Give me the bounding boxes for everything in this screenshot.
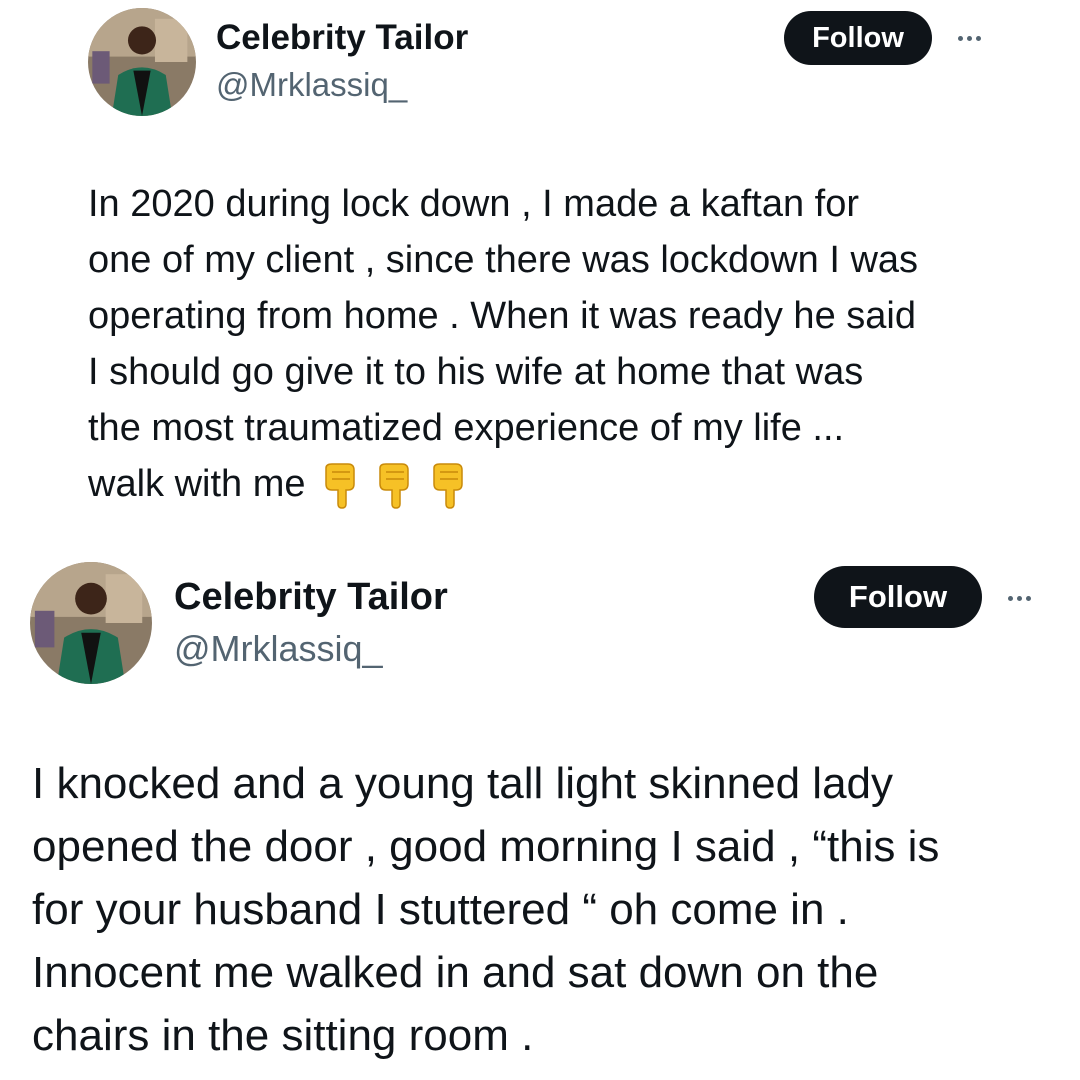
dot xyxy=(976,36,981,41)
more-options-icon[interactable] xyxy=(958,36,981,41)
emoji-row xyxy=(322,462,466,510)
pointing-down-emoji-icon xyxy=(324,463,355,509)
tweet-text: In 2020 during lock down , I made a kaft… xyxy=(88,176,1048,512)
pointing-down-emoji-icon xyxy=(432,463,463,509)
follow-button[interactable]: Follow xyxy=(814,566,982,628)
tweet-text: I knocked and a young tall light skinned… xyxy=(32,759,940,1060)
author-name[interactable]: Celebrity Tailor xyxy=(174,576,448,619)
author-handle[interactable]: @Mrklassiq_ xyxy=(216,66,407,104)
tweet-text-content: In 2020 during lock down , I made a kaft… xyxy=(88,183,919,505)
author-avatar[interactable] xyxy=(30,562,152,684)
dot xyxy=(1017,596,1022,601)
pointing-down-emoji-icon xyxy=(378,463,409,509)
author-name[interactable]: Celebrity Tailor xyxy=(216,18,468,58)
avatar-photo-icon xyxy=(88,8,196,116)
author-handle[interactable]: @Mrklassiq_ xyxy=(174,628,383,670)
more-options-icon[interactable] xyxy=(1008,596,1031,601)
avatar-photo-icon xyxy=(30,562,152,684)
dot xyxy=(958,36,963,41)
dot xyxy=(1026,596,1031,601)
author-avatar[interactable] xyxy=(88,8,196,116)
dot xyxy=(967,36,972,41)
follow-button[interactable]: Follow xyxy=(784,11,932,65)
dot xyxy=(1008,596,1013,601)
